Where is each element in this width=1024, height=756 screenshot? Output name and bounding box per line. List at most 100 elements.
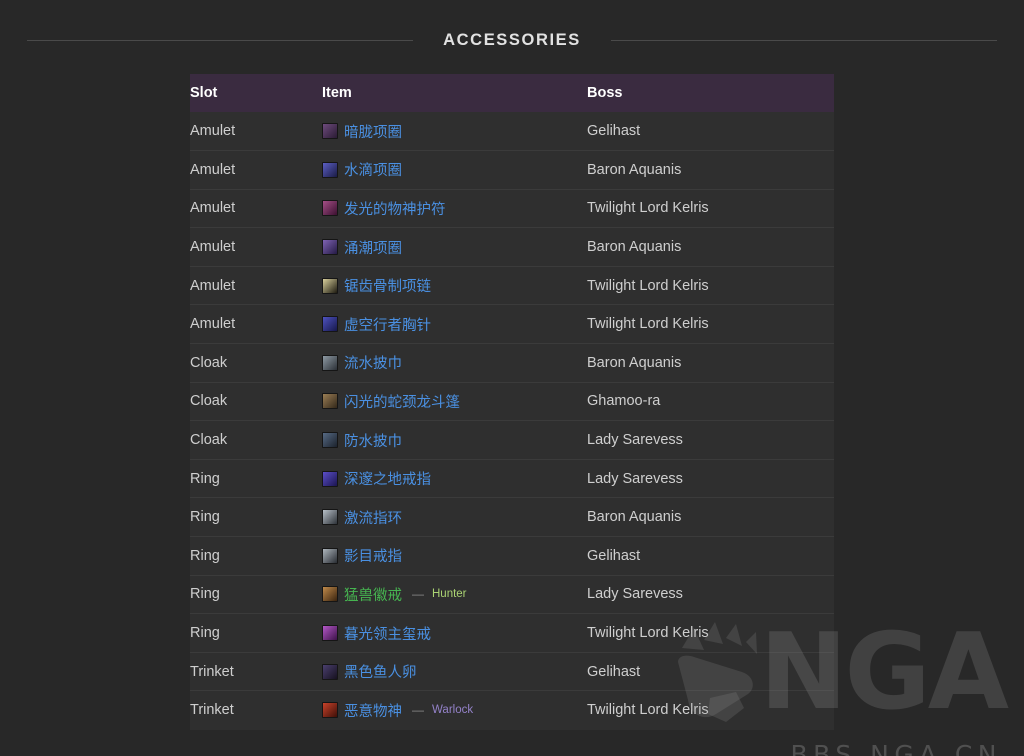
cell-boss: Baron Aquanis	[587, 343, 834, 383]
table-row: Ring 暮光领主玺戒 Twilight Lord Kelris	[190, 613, 834, 653]
boss-name: Lady Sarevess	[587, 432, 683, 449]
column-header-item[interactable]: Item	[322, 74, 587, 112]
item-link[interactable]: 涌潮项圈	[344, 237, 402, 258]
table-row: Cloak 防水披巾 Lady Sarevess	[190, 420, 834, 460]
item-icon	[322, 663, 338, 680]
accessories-table-container: Slot Item Boss Amulet 暗胧项圈 Gelihast Amulet 水…	[190, 74, 834, 730]
item-link[interactable]: 虚空行者胸针	[344, 314, 431, 335]
item-icon	[322, 200, 338, 217]
cell-boss: Twilight Lord Kelris	[587, 690, 834, 730]
item-link[interactable]: 猛兽徽戒	[344, 584, 402, 605]
cell-slot: Trinket	[190, 690, 322, 730]
cell-slot: Ring	[190, 458, 322, 498]
item-icon	[322, 316, 338, 333]
table-row: Ring 深邃之地戒指 Lady Sarevess	[190, 458, 834, 498]
table-row: Cloak 流水披巾 Baron Aquanis	[190, 343, 834, 383]
item-link[interactable]: 暗胧项圈	[344, 121, 402, 142]
item-entry: 激流指环	[322, 507, 587, 528]
cell-slot: Ring	[190, 613, 322, 653]
cell-item: 涌潮项圈	[322, 227, 587, 267]
item-icon	[322, 393, 338, 410]
cell-item: 黑色鱼人卵	[322, 651, 587, 691]
cell-item: 锯齿骨制项链	[322, 265, 587, 305]
item-link[interactable]: 发光的物神护符	[344, 198, 446, 219]
cell-item: 恶意物神 — Warlock	[322, 690, 587, 730]
table-row: Amulet 水滴项圈 Baron Aquanis	[190, 150, 834, 190]
item-link[interactable]: 激流指环	[344, 507, 402, 528]
item-link[interactable]: 水滴项圈	[344, 159, 402, 180]
cell-boss: Baron Aquanis	[587, 227, 834, 267]
item-link[interactable]: 防水披巾	[344, 430, 402, 451]
item-entry: 猛兽徽戒 — Hunter	[322, 584, 587, 605]
item-entry: 黑色鱼人卵	[322, 661, 587, 682]
item-entry: 防水披巾	[322, 430, 587, 451]
watermark-site: BBS.NGA.CN	[790, 740, 1002, 756]
cell-boss: Baron Aquanis	[587, 497, 834, 537]
section-header: ACCESSORIES	[27, 27, 997, 53]
item-entry: 暮光领主玺戒	[322, 623, 587, 644]
item-entry: 锯齿骨制项链	[322, 275, 587, 296]
cell-boss: Ghamoo-ra	[587, 381, 834, 421]
item-entry: 水滴项圈	[322, 159, 587, 180]
item-entry: 流水披巾	[322, 352, 587, 373]
cell-slot: Cloak	[190, 381, 322, 421]
table-row: Trinket 恶意物神 — Warlock Twilight Lord Kelris	[190, 690, 834, 730]
cell-boss: Gelihast	[587, 651, 834, 691]
divider-left	[27, 39, 414, 41]
item-link[interactable]: 黑色鱼人卵	[344, 661, 417, 682]
table-row: Amulet 暗胧项圈 Gelihast	[190, 112, 834, 151]
cell-boss: Gelihast	[587, 536, 834, 576]
item-icon	[322, 123, 338, 140]
table-row: Amulet 发光的物神护符 Twilight Lord Kelris	[190, 188, 834, 228]
table-row: Ring 激流指环 Baron Aquanis	[190, 497, 834, 537]
item-link[interactable]: 暮光领主玺戒	[344, 623, 431, 644]
item-link[interactable]: 闪光的蛇颈龙斗篷	[344, 391, 460, 412]
column-header-slot[interactable]: Slot	[190, 74, 322, 112]
item-link[interactable]: 深邃之地戒指	[344, 468, 431, 489]
cell-item: 虚空行者胸针	[322, 304, 587, 344]
boss-name: Baron Aquanis	[587, 354, 682, 371]
item-icon	[322, 547, 338, 564]
boss-name: Gelihast	[587, 663, 641, 680]
cell-slot: Trinket	[190, 651, 322, 691]
item-entry: 闪光的蛇颈龙斗篷	[322, 391, 587, 412]
cell-item: 暮光领主玺戒	[322, 613, 587, 653]
table-header-row: Slot Item Boss	[190, 74, 834, 112]
item-icon	[322, 277, 338, 294]
cell-item: 水滴项圈	[322, 150, 587, 190]
boss-name: Lady Sarevess	[587, 586, 683, 603]
table-row: Trinket 黑色鱼人卵 Gelihast	[190, 651, 834, 691]
accessories-loot-table: Slot Item Boss Amulet 暗胧项圈 Gelihast Amulet 水…	[190, 74, 834, 730]
boss-name: Twilight Lord Kelris	[587, 625, 709, 642]
item-entry: 发光的物神护符	[322, 198, 587, 219]
cell-item: 暗胧项圈	[322, 112, 587, 151]
boss-name: Baron Aquanis	[587, 509, 682, 526]
cell-slot: Cloak	[190, 420, 322, 460]
cell-boss: Twilight Lord Kelris	[587, 188, 834, 228]
table-row: Amulet 虚空行者胸针 Twilight Lord Kelris	[190, 304, 834, 344]
page-title: ACCESSORIES	[443, 30, 581, 49]
cell-slot: Amulet	[190, 304, 322, 344]
item-entry: 虚空行者胸针	[322, 314, 587, 335]
item-icon	[322, 625, 338, 642]
item-icon	[322, 354, 338, 371]
cell-slot: Amulet	[190, 265, 322, 305]
boss-name: Twilight Lord Kelris	[587, 316, 709, 333]
column-header-boss[interactable]: Boss	[587, 74, 834, 112]
item-link[interactable]: 影目戒指	[344, 545, 402, 566]
item-link[interactable]: 恶意物神	[344, 700, 402, 721]
item-link[interactable]: 流水披巾	[344, 352, 402, 373]
item-icon	[322, 432, 338, 449]
cell-boss: Lady Sarevess	[587, 574, 834, 614]
boss-name: Baron Aquanis	[587, 239, 682, 256]
table-head: Slot Item Boss	[190, 74, 834, 112]
item-icon	[322, 239, 338, 256]
item-entry: 深邃之地戒指	[322, 468, 587, 489]
item-icon	[322, 509, 338, 526]
item-entry: 恶意物神 — Warlock	[322, 700, 587, 721]
boss-name: Gelihast	[587, 123, 641, 140]
cell-item: 发光的物神护符	[322, 188, 587, 228]
item-entry: 涌潮项圈	[322, 237, 587, 258]
item-link[interactable]: 锯齿骨制项链	[344, 275, 431, 296]
cell-boss: Lady Sarevess	[587, 458, 834, 498]
